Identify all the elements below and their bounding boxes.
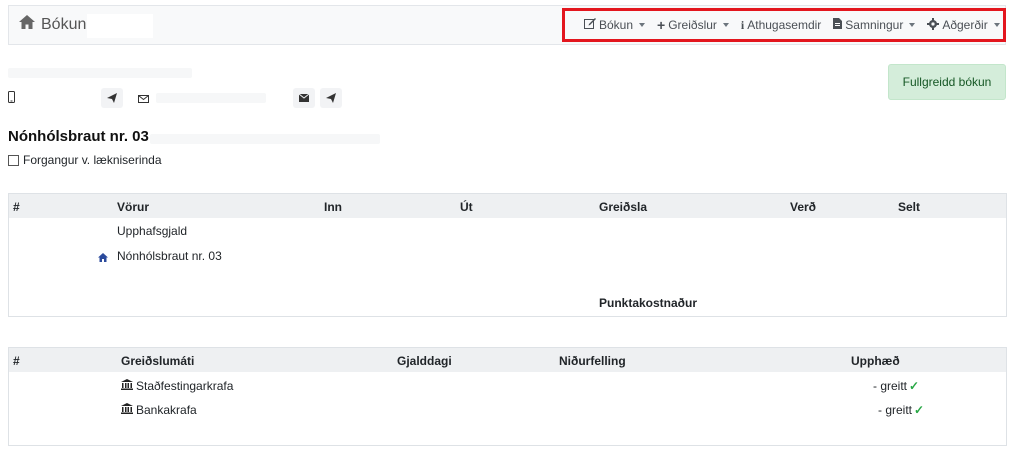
page-title: Nónhólsbraut nr. 03 bbox=[8, 128, 149, 145]
product-name: Upphafsgjald bbox=[117, 224, 188, 238]
send-email-button[interactable] bbox=[320, 88, 342, 108]
payment-method: Bankakrafa bbox=[136, 403, 197, 417]
col-header: Upphæð bbox=[851, 354, 900, 368]
check-icon: ✓ bbox=[909, 379, 920, 393]
gear-icon bbox=[927, 17, 940, 33]
menu-samningur-label: Samningur bbox=[845, 18, 904, 32]
home-icon bbox=[19, 15, 35, 34]
priority-checkbox[interactable] bbox=[8, 154, 19, 166]
bank-icon bbox=[121, 403, 133, 417]
col-header: Selt bbox=[898, 200, 921, 214]
table-footer-label: Punktakostnaður bbox=[599, 296, 697, 310]
payments-table-header: # Greiðslumáti Gjalddagi Niðurfelling Up… bbox=[9, 348, 1006, 372]
edit-icon bbox=[584, 18, 596, 32]
bank-icon bbox=[121, 379, 133, 393]
priority-checkbox-row[interactable]: Forgangur v. lækniserinda bbox=[8, 153, 162, 167]
menu-bokun[interactable]: Bókun bbox=[579, 18, 650, 32]
payment-amount: - greitt ✓ bbox=[878, 403, 924, 417]
email-placeholder bbox=[156, 93, 266, 103]
col-header: Verð bbox=[790, 200, 817, 214]
menu-athugasemdir-label: Athugasemdir bbox=[747, 18, 822, 32]
brand[interactable]: Bókun bbox=[19, 15, 86, 34]
col-header: Greiðslumáti bbox=[121, 354, 195, 368]
brand-redacted-box bbox=[87, 14, 153, 38]
amount-text: - greitt bbox=[878, 403, 913, 417]
payment-method: Staðfestingarkrafa bbox=[136, 379, 234, 393]
col-header: Greiðsla bbox=[599, 200, 648, 214]
paper-plane-icon bbox=[326, 93, 336, 103]
brand-label: Bókun bbox=[41, 15, 87, 33]
action-menu: Bókun + Greiðslur i Athugasemdir Samning… bbox=[562, 8, 1006, 42]
table-row[interactable]: Bankakrafa bbox=[136, 403, 197, 417]
status-fully-paid-button[interactable]: Fullgreidd bókun bbox=[888, 64, 1006, 100]
col-header: Út bbox=[460, 200, 473, 214]
chevron-down-icon bbox=[639, 23, 646, 27]
send-sms-button[interactable] bbox=[101, 88, 123, 108]
paper-plane-icon bbox=[107, 93, 117, 103]
payment-amount: - greitt ✓ bbox=[873, 379, 919, 393]
col-header: Gjalddagi bbox=[397, 354, 452, 368]
menu-adgerdir-label: Aðgerðir bbox=[942, 18, 988, 32]
status-label: Fullgreidd bókun bbox=[902, 75, 992, 89]
menu-adgerdir[interactable]: Aðgerðir bbox=[922, 17, 1004, 33]
document-icon bbox=[833, 18, 843, 32]
email-button[interactable] bbox=[293, 88, 315, 108]
info-icon: i bbox=[740, 17, 745, 32]
customer-name-placeholder bbox=[8, 68, 192, 78]
menu-athugasemdir[interactable]: i Athugasemdir bbox=[736, 18, 826, 33]
table-row[interactable]: Staðfestingarkrafa bbox=[136, 379, 233, 393]
amount-text: - greitt bbox=[873, 379, 908, 393]
col-header: Inn bbox=[324, 200, 342, 214]
products-table: # Vörur Inn Út Greiðsla Verð Selt Upphaf… bbox=[8, 193, 1007, 317]
envelope-icon bbox=[299, 94, 309, 102]
col-header: # bbox=[13, 200, 20, 214]
col-header: # bbox=[13, 354, 20, 368]
top-navbar: Bókun Bókun + Greiðslur i Athugasemdir S… bbox=[8, 5, 1006, 45]
priority-label: Forgangur v. lækniserinda bbox=[23, 153, 162, 167]
menu-bokun-label: Bókun bbox=[599, 18, 634, 32]
product-name: Nónhólsbraut nr. 03 bbox=[117, 249, 222, 263]
footer-label: Punktakostnaður bbox=[599, 296, 698, 310]
products-table-header: # Vörur Inn Út Greiðsla Verð Selt bbox=[9, 194, 1006, 218]
mobile-icon bbox=[8, 91, 15, 106]
col-header: Vörur bbox=[117, 200, 150, 214]
chevron-down-icon bbox=[722, 23, 729, 27]
plus-icon: + bbox=[657, 17, 666, 33]
col-header: Niðurfelling bbox=[559, 354, 626, 368]
payments-table: # Greiðslumáti Gjalddagi Niðurfelling Up… bbox=[8, 347, 1007, 446]
chevron-down-icon bbox=[909, 23, 916, 27]
menu-greidslur[interactable]: + Greiðslur bbox=[652, 18, 734, 32]
check-icon: ✓ bbox=[914, 403, 925, 417]
menu-samningur[interactable]: Samningur bbox=[828, 18, 920, 32]
table-row[interactable]: Nónhólsbraut nr. 03 bbox=[117, 249, 222, 263]
chevron-down-icon bbox=[993, 23, 1000, 27]
booking-dates-placeholder bbox=[150, 134, 380, 144]
house-icon bbox=[98, 251, 108, 265]
table-row[interactable]: Upphafsgjald bbox=[117, 224, 187, 238]
envelope-icon bbox=[138, 92, 149, 106]
menu-greidslur-label: Greiðslur bbox=[668, 18, 717, 32]
